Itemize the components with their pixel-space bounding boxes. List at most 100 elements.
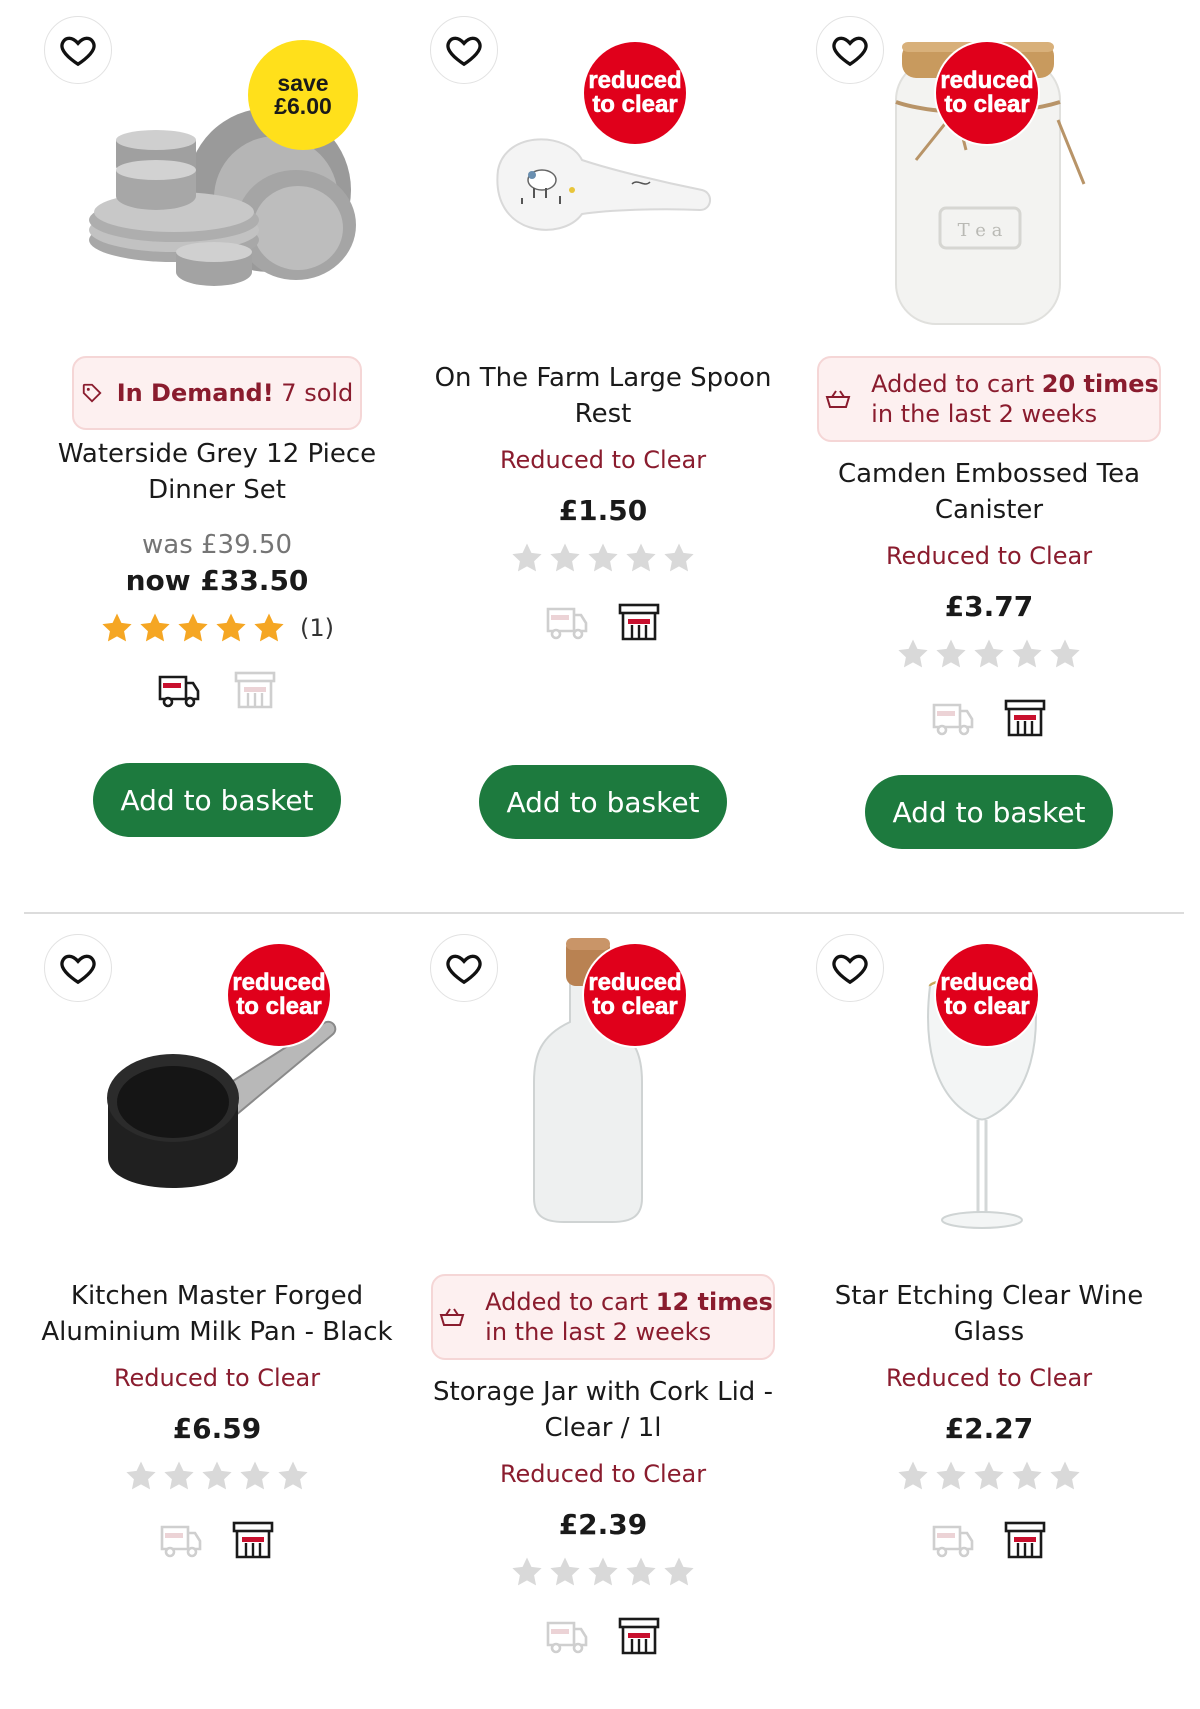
store-icon	[232, 1521, 274, 1559]
star-icon	[936, 639, 966, 668]
add-to-basket-button[interactable]: Add to basket	[865, 775, 1113, 849]
star-icon	[512, 543, 542, 572]
star-icon	[974, 639, 1004, 668]
badge-line2: to clear	[236, 993, 322, 1020]
reduced-to-clear-badge: reduced to clear	[936, 944, 1038, 1046]
star-icon	[1012, 1461, 1042, 1490]
reduced-to-clear-badge: reduced to clear	[584, 944, 686, 1046]
add-to-basket-button[interactable]: Add to basket	[93, 763, 341, 837]
badge-line1: reduced	[940, 67, 1034, 94]
delivery-van-icon	[546, 607, 588, 640]
added-to-cart-pill: Added to cart 12 times in the last 2 week…	[431, 1274, 775, 1360]
review-count[interactable]: (1)	[300, 614, 334, 642]
basket-icon	[825, 390, 851, 408]
price: £1.50	[558, 494, 648, 527]
now-price: now £33.50	[125, 564, 309, 597]
fulfilment-options	[24, 669, 410, 711]
svg-text:T e a: T e a	[958, 220, 1003, 241]
star-icon	[240, 1461, 270, 1490]
delivery-van-icon	[932, 703, 974, 736]
star-icon	[664, 1557, 694, 1586]
product-title[interactable]: Kitchen Master Forged Aluminium Milk Pan…	[24, 1278, 410, 1350]
reduced-to-clear-badge: reduced to clear	[936, 42, 1038, 144]
badge-line2: to clear	[944, 91, 1030, 118]
star-icon	[202, 1461, 232, 1490]
star-icon	[588, 543, 618, 572]
star-icon	[126, 1461, 156, 1490]
rating-stars[interactable]	[410, 541, 796, 575]
reduced-to-clear-label: Reduced to Clear	[499, 446, 707, 474]
rating-stars[interactable]	[796, 1459, 1182, 1493]
tag-icon	[82, 383, 102, 403]
in-demand-label: In Demand!	[116, 379, 274, 407]
product-title[interactable]: Storage Jar with Cork Lid - Clear / 1l	[410, 1374, 796, 1446]
basket-icon	[439, 1308, 465, 1326]
rating-stars[interactable]	[24, 1459, 410, 1493]
product-card[interactable]: T e a reduced to clear Added to cart 20 …	[796, 0, 1182, 900]
product-card[interactable]: reduced to clear On The Farm Large Spoon…	[410, 0, 796, 900]
product-card[interactable]: save £6.00 In Demand! 7 sold Waterside G…	[24, 0, 410, 900]
delivery-van-icon	[160, 1525, 202, 1558]
added-to-cart-count: 12 times	[655, 1288, 773, 1316]
save-badge-line1: save	[277, 70, 329, 96]
star-icon	[140, 613, 170, 642]
star-icon	[974, 1461, 1004, 1490]
star-icon	[102, 613, 132, 642]
badge-line1: reduced	[232, 969, 326, 996]
product-card[interactable]: reduced to clear Added to cart 12 times i…	[410, 918, 796, 1708]
fulfilment-options	[796, 697, 1182, 739]
row-divider	[24, 912, 1184, 914]
star-icon	[664, 543, 694, 572]
star-icon	[278, 1461, 308, 1490]
star-icon	[178, 613, 208, 642]
added-to-cart-text: Added to cart	[871, 370, 1042, 398]
badge-line1: reduced	[588, 969, 682, 996]
was-price: was £39.50	[142, 530, 292, 560]
badge-line1: reduced	[588, 67, 682, 94]
badge-line2: to clear	[592, 91, 678, 118]
star-icon	[512, 1557, 542, 1586]
star-icon	[1050, 639, 1080, 668]
reduced-to-clear-badge: reduced to clear	[584, 42, 686, 144]
rating-stars[interactable]: (1)	[24, 611, 410, 645]
badge-line1: reduced	[940, 969, 1034, 996]
product-card[interactable]: reduced to clear Kitchen Master Forged A…	[24, 918, 410, 1708]
added-to-cart-count: 20 times	[1041, 370, 1159, 398]
star-icon	[216, 613, 246, 642]
product-title[interactable]: Star Etching Clear Wine Glass	[796, 1278, 1182, 1350]
fulfilment-options	[24, 1519, 410, 1561]
store-icon	[618, 603, 660, 641]
reduced-to-clear-label: Reduced to Clear	[885, 542, 1093, 570]
store-icon	[1004, 699, 1046, 737]
store-icon	[1004, 1521, 1046, 1559]
store-icon	[618, 1617, 660, 1655]
fulfilment-options	[410, 1615, 796, 1657]
add-to-basket-button[interactable]: Add to basket	[479, 765, 727, 839]
product-card[interactable]: reduced to clear Star Etching Clear Wine…	[796, 918, 1182, 1708]
badge-line2: to clear	[592, 993, 678, 1020]
fulfilment-options	[796, 1519, 1182, 1561]
reduced-to-clear-badge: reduced to clear	[228, 944, 330, 1046]
added-to-cart-pill: Added to cart 20 times in the last 2 week…	[817, 356, 1161, 442]
star-icon	[1050, 1461, 1080, 1490]
store-icon	[234, 671, 276, 709]
product-title[interactable]: Camden Embossed Tea Canister	[796, 456, 1182, 528]
star-icon	[1012, 639, 1042, 668]
reduced-to-clear-label: Reduced to Clear	[885, 1364, 1093, 1392]
star-icon	[898, 639, 928, 668]
star-icon	[550, 543, 580, 572]
reduced-to-clear-label: Reduced to Clear	[499, 1460, 707, 1488]
star-icon	[626, 1557, 656, 1586]
rating-stars[interactable]	[410, 1555, 796, 1589]
in-demand-pill: In Demand! 7 sold	[72, 356, 362, 430]
star-icon	[936, 1461, 966, 1490]
price: £2.39	[558, 1508, 648, 1541]
product-title[interactable]: On The Farm Large Spoon Rest	[410, 360, 796, 432]
star-icon	[550, 1557, 580, 1586]
price: £3.77	[944, 590, 1034, 623]
rating-stars[interactable]	[796, 637, 1182, 671]
added-to-cart-period: in the last 2 weeks	[485, 1318, 712, 1346]
price: £2.27	[944, 1412, 1034, 1445]
product-title[interactable]: Waterside Grey 12 Piece Dinner Set	[24, 436, 410, 508]
delivery-van-icon	[158, 675, 200, 708]
